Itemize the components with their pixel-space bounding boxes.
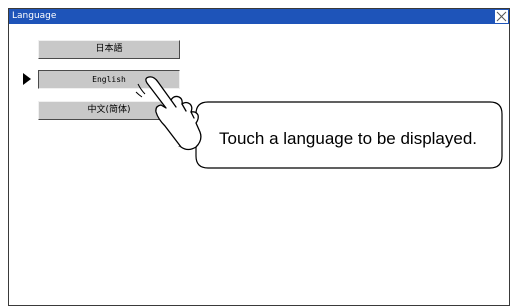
hint-overlay	[135, 76, 503, 169]
hint-text: Touch a language to be displayed.	[218, 129, 478, 148]
pointing-hand-icon	[145, 76, 202, 151]
